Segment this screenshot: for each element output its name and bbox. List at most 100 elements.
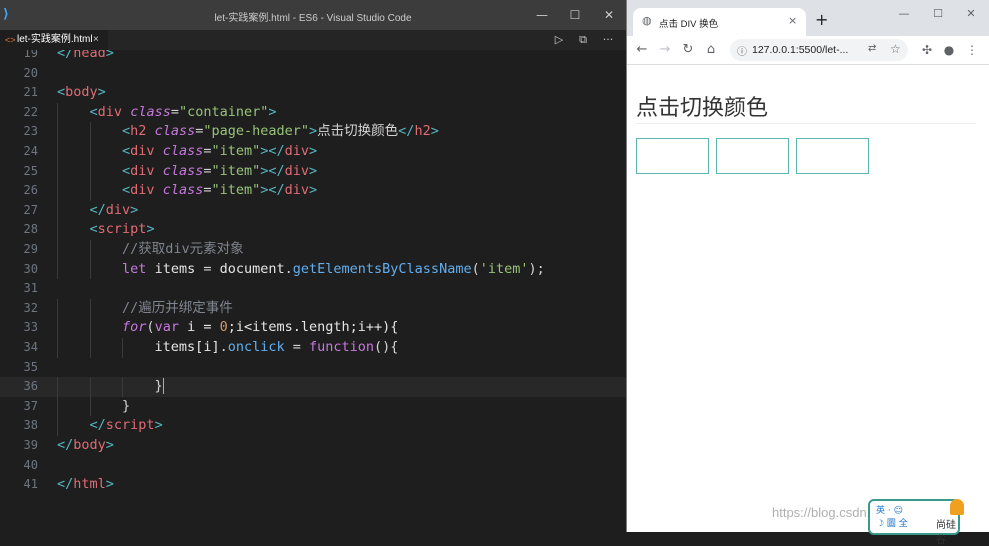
code-token: h2 xyxy=(130,123,147,140)
tab-close-icon[interactable]: × xyxy=(93,30,99,50)
code-token: class xyxy=(154,123,196,140)
code-token: } xyxy=(122,397,131,414)
code-token: items xyxy=(252,319,293,336)
code-token: div xyxy=(284,162,310,179)
code-line[interactable]: 21 <body> xyxy=(0,83,626,103)
minimize-button[interactable]: — xyxy=(525,0,559,30)
item-box[interactable] xyxy=(716,138,789,174)
code-text: <div class="container"> xyxy=(90,103,277,123)
code-line[interactable]: 38 </script> xyxy=(0,416,626,436)
vscode-titlebar: ⟩ let-实践案例.html - ES6 - Visual Studio Co… xyxy=(0,0,626,30)
code-line[interactable]: 20 xyxy=(0,64,626,84)
maximize-button[interactable]: ☐ xyxy=(923,4,953,24)
code-line[interactable]: 39 </body> xyxy=(0,436,626,456)
code-token: </ xyxy=(57,476,74,493)
extensions-icon[interactable]: ✣ xyxy=(918,41,936,59)
line-number: 22 xyxy=(23,104,38,119)
code-token: > xyxy=(268,103,277,120)
indent-guide xyxy=(57,416,58,436)
code-line[interactable]: 33 for(var i = 0;i<items.length;i++){ xyxy=(0,318,626,338)
home-icon[interactable]: ⌂ xyxy=(701,40,721,60)
tab-close-icon[interactable]: × xyxy=(788,14,797,27)
code-token: > xyxy=(130,201,139,218)
address-bar[interactable]: ⓘ 127.0.0.1:5500/let-... ⇄ ☆ xyxy=(730,39,908,61)
code-line[interactable]: 24 <div class="item"></div> xyxy=(0,142,626,162)
code-line[interactable]: 41 </html> xyxy=(0,475,626,495)
code-text: for(var i = 0;i<items.length;i++){ xyxy=(122,318,398,338)
code-token: < xyxy=(89,103,98,120)
code-line[interactable]: 26 <div class="item"></div> xyxy=(0,181,626,201)
menu-kebab-icon[interactable]: ⋮ xyxy=(963,41,981,59)
code-line[interactable]: 34 items[i].onclick = function(){ xyxy=(0,338,626,358)
line-number: 20 xyxy=(23,65,38,80)
more-actions-icon[interactable]: ··· xyxy=(597,30,619,50)
profile-avatar-icon[interactable]: ● xyxy=(940,41,958,59)
code-line[interactable]: 19 </head> xyxy=(0,50,626,64)
code-line[interactable]: 31 xyxy=(0,279,626,299)
code-token: </ xyxy=(57,437,74,453)
indent-guide xyxy=(89,240,91,260)
line-number: 24 xyxy=(23,144,38,158)
indent-guide xyxy=(57,396,58,417)
code-token: .length;i++){ xyxy=(292,319,399,336)
line-number: 19 xyxy=(23,50,38,60)
line-number: 41 xyxy=(23,477,38,492)
code-token: > xyxy=(309,182,318,199)
forward-icon[interactable]: → xyxy=(655,40,675,60)
ime-mode-text: ☽ 圖 全 xyxy=(876,519,908,529)
indent-guide xyxy=(89,338,91,358)
code-line[interactable]: 40 xyxy=(0,456,626,476)
code-token: function xyxy=(309,339,375,355)
line-number: 26 xyxy=(23,183,38,198)
info-icon[interactable]: ⓘ xyxy=(737,43,747,58)
new-tab-button[interactable]: + xyxy=(815,12,828,28)
code-text: <h2 class="page-header">点击切换颜色</h2> xyxy=(122,122,439,142)
code-token: var xyxy=(154,319,179,336)
maximize-button[interactable]: ☐ xyxy=(558,0,592,30)
code-token: ( xyxy=(471,260,480,277)
minimize-button[interactable]: — xyxy=(889,4,919,24)
code-token: > xyxy=(309,143,318,159)
code-line[interactable]: 32 //遍历并绑定事件 xyxy=(0,298,626,319)
indent-guide xyxy=(89,161,91,182)
code-line[interactable]: 28 <script> xyxy=(0,220,626,240)
split-editor-icon[interactable]: ⧉ xyxy=(572,30,594,50)
code-line[interactable]: 30 let items = document.getElementsByClas… xyxy=(0,259,626,280)
browser-tab-active[interactable]: ◍ 点击 DIV 换色 × xyxy=(633,8,806,36)
code-token: 'item' xyxy=(479,260,529,277)
code-token: > xyxy=(309,162,318,179)
code-line[interactable]: 27 </div> xyxy=(0,200,626,221)
line-number: 25 xyxy=(23,163,38,178)
editor-tab-active[interactable]: <> let-实践案例.html × xyxy=(0,30,108,50)
code-line[interactable]: 25 <div class="item"></div> xyxy=(0,161,626,182)
code-line[interactable]: 22 <div class="container"> xyxy=(0,102,626,123)
indent-guide xyxy=(89,396,91,417)
code-text: </body> xyxy=(57,436,114,456)
code-line[interactable]: 37} xyxy=(0,396,626,417)
code-line[interactable]: 36} xyxy=(0,377,626,397)
code-editor[interactable]: 19 </head> 20 21 <body> 22 <div class="contain… xyxy=(0,50,626,532)
code-token: = xyxy=(284,339,310,355)
close-button[interactable]: ✕ xyxy=(956,4,986,24)
code-line[interactable]: 35 xyxy=(0,358,626,378)
item-box[interactable] xyxy=(636,138,709,174)
code-token: div xyxy=(284,182,310,199)
code-token: div xyxy=(97,103,123,120)
browser-tab-strip: ◍ 点击 DIV 换色 × + — ☐ ✕ xyxy=(627,0,989,36)
bookmark-star-icon[interactable]: ☆ xyxy=(890,42,901,56)
reload-icon[interactable]: ↻ xyxy=(678,40,698,60)
code-token: onclick xyxy=(227,339,285,355)
back-icon[interactable]: ← xyxy=(632,40,652,60)
line-number: 30 xyxy=(23,261,38,276)
code-line[interactable]: 23 <h2 class="page-header">点击切换颜色</h2> xyxy=(0,122,626,142)
code-text: </script> xyxy=(90,416,163,436)
code-token: = xyxy=(170,103,179,120)
close-button[interactable]: ✕ xyxy=(592,0,626,30)
code-line[interactable]: 29 //获取div元素对象 xyxy=(0,240,626,260)
code-text: items[i].onclick = function(){ xyxy=(155,338,399,358)
item-box[interactable] xyxy=(796,138,869,174)
translate-icon[interactable]: ⇄ xyxy=(868,43,876,54)
run-icon[interactable]: ▷ xyxy=(548,30,570,50)
